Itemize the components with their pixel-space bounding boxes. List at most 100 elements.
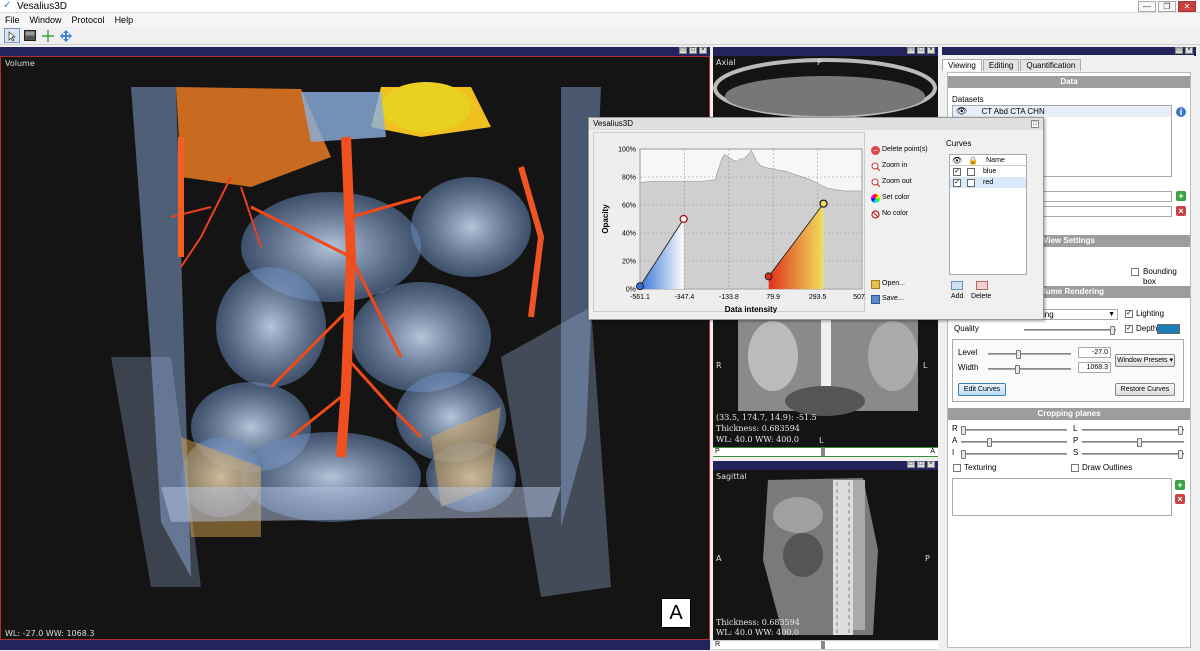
sagittal-viewport[interactable]: Sagittal A P Thickness: 0.683594 WL: 40.… [713, 470, 938, 640]
level-slider-thumb[interactable] [1016, 350, 1021, 359]
tab-quantification[interactable]: Quantification [1020, 59, 1082, 71]
window-level-icon[interactable] [22, 28, 38, 43]
panel-close-icon[interactable]: × [699, 47, 707, 54]
menu-window[interactable]: Window [25, 13, 67, 27]
curve-lock-checkbox[interactable] [967, 167, 975, 176]
list-item[interactable]: ✓ red [950, 177, 1026, 188]
data-section-header[interactable]: Data [948, 76, 1190, 88]
depth-checkbox[interactable]: ✓ [1125, 325, 1133, 333]
sagittal-slice-scrollbar[interactable]: R [713, 640, 938, 650]
axial-orient-bottom: L [819, 436, 824, 445]
crop-a-thumb[interactable] [987, 438, 992, 447]
panel-maximize-icon[interactable]: □ [689, 47, 697, 54]
info-icon[interactable]: i [1176, 107, 1186, 117]
level-slider[interactable] [988, 350, 1071, 359]
y-tick-label: 60% [622, 203, 636, 210]
crop-s-slider[interactable] [1082, 450, 1184, 459]
width-slider[interactable] [988, 365, 1071, 374]
sagittal-orient-left: A [716, 554, 722, 563]
list-item[interactable]: 👁 CT Abd CTA CHN [953, 106, 1171, 117]
zoom-out-action[interactable]: Zoom out [871, 177, 912, 187]
orientation-cube-marker: A [661, 598, 691, 628]
dialog-close-icon[interactable]: □ [1031, 120, 1039, 128]
remove-crop-icon[interactable]: × [1175, 494, 1185, 504]
panel-float-icon[interactable]: ▭ [907, 461, 915, 468]
minimize-button[interactable]: — [1138, 1, 1156, 12]
delete-curve-button[interactable]: Delete [971, 292, 991, 302]
tab-viewing[interactable]: Viewing [942, 59, 982, 71]
open-action[interactable]: Open... [871, 279, 905, 289]
tab-editing[interactable]: Editing [982, 59, 1020, 71]
panel-float-icon[interactable]: ▭ [907, 47, 915, 54]
restore-button[interactable]: ❐ [1158, 1, 1176, 12]
depth-label: Depth [1136, 324, 1158, 333]
transfer-function-chart[interactable]: -561.1 -347.4 -133.8 79.9 293.5 507.2 0% 20% 40%… [594, 133, 871, 315]
set-color-action[interactable]: Set color [871, 193, 910, 203]
lighting-checkbox[interactable]: ✓ [1125, 310, 1133, 318]
zoom-in-action[interactable]: Zoom in [871, 161, 907, 171]
bounding-box-checkbox[interactable] [1131, 268, 1139, 276]
width-input[interactable]: 1068.3 [1078, 362, 1111, 373]
axial-slider-thumb[interactable] [821, 448, 825, 456]
x-tick-label: 293.5 [809, 294, 827, 301]
add-curve-button[interactable]: Add [951, 292, 963, 302]
menu-help[interactable]: Help [110, 13, 139, 27]
no-color-action[interactable]: No color [871, 209, 908, 219]
panel-float-icon[interactable]: ▭ [679, 47, 687, 54]
crop-l-thumb[interactable] [1178, 426, 1183, 435]
quality-slider[interactable] [1024, 326, 1116, 335]
curves-list[interactable]: 👁 🔒 Name ✓ blue ✓ red [949, 154, 1027, 275]
sagittal-view-label: Sagittal [716, 472, 747, 481]
crop-i-thumb[interactable] [961, 450, 966, 459]
depth-color-swatch[interactable] [1157, 324, 1180, 334]
save-action[interactable]: Save... [871, 294, 904, 304]
axial-slice-scrollbar[interactable]: P A [713, 447, 938, 457]
panel-maximize-icon[interactable]: □ [917, 461, 925, 468]
remove-item-icon[interactable]: × [1176, 206, 1186, 216]
width-slider-thumb[interactable] [1015, 365, 1020, 374]
crop-r-slider[interactable] [961, 426, 1067, 435]
texturing-checkbox[interactable] [953, 464, 961, 472]
panel-close-icon[interactable]: × [927, 47, 935, 54]
list-item[interactable]: ✓ blue [950, 166, 1026, 177]
add-item-icon[interactable]: + [1176, 191, 1186, 201]
menu-file[interactable]: File [0, 13, 25, 27]
panel-close-icon[interactable]: × [1185, 47, 1193, 54]
sagittal-slider-thumb[interactable] [821, 641, 825, 649]
crop-i-slider[interactable] [961, 450, 1067, 459]
open-folder-icon [871, 279, 880, 289]
eye-visibility-icon[interactable]: 👁 [956, 106, 967, 117]
window-presets-dropdown[interactable]: Window Presets ▾ [1115, 354, 1175, 367]
crop-p-slider[interactable] [1082, 438, 1184, 447]
volume-panel-header: ▭ □ × [0, 47, 710, 56]
crop-r-thumb[interactable] [961, 426, 966, 435]
pan-icon[interactable] [58, 28, 74, 43]
menu-protocol[interactable]: Protocol [67, 13, 110, 27]
quality-label: Quality [954, 324, 979, 333]
crosshair-icon[interactable] [40, 28, 56, 43]
crop-a-slider[interactable] [961, 438, 1067, 447]
panel-close-icon[interactable]: × [927, 461, 935, 468]
edit-curves-button[interactable]: Edit Curves [958, 383, 1006, 396]
crop-p-thumb[interactable] [1137, 438, 1142, 447]
curve-lock-checkbox[interactable] [967, 178, 975, 187]
chevron-down-icon: ▼ [1108, 311, 1115, 318]
curve-visible-checkbox[interactable]: ✓ [953, 167, 961, 176]
restore-curves-button[interactable]: Restore Curves [1115, 383, 1175, 396]
level-input[interactable]: -27.0 [1078, 347, 1111, 358]
add-curve-icon[interactable] [951, 281, 963, 290]
cropping-planes-section-header[interactable]: Cropping planes [948, 408, 1190, 420]
quality-slider-thumb[interactable] [1110, 326, 1115, 335]
panel-float-icon[interactable]: ▭ [1175, 47, 1183, 54]
add-crop-icon[interactable]: + [1175, 480, 1185, 490]
draw-outlines-checkbox[interactable] [1071, 464, 1079, 472]
delete-curve-icon[interactable] [976, 281, 988, 290]
delete-points-action[interactable]: − Delete point(s) [871, 145, 928, 155]
cropping-list[interactable] [952, 478, 1172, 516]
select-tool-icon[interactable] [4, 28, 20, 43]
close-button[interactable]: ✕ [1178, 1, 1196, 12]
crop-l-slider[interactable] [1082, 426, 1184, 435]
curve-visible-checkbox[interactable]: ✓ [953, 178, 961, 187]
crop-s-thumb[interactable] [1178, 450, 1183, 459]
panel-maximize-icon[interactable]: □ [917, 47, 925, 54]
